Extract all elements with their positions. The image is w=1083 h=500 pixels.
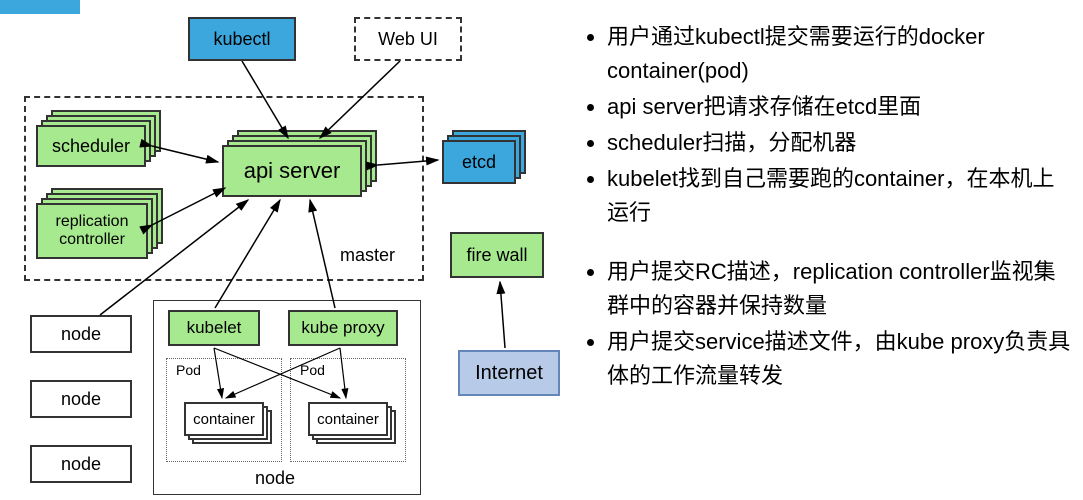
bullet-item: kubelet找到自己需要跑的container，在本机上运行 [607, 162, 1075, 230]
node-detail-label: node [255, 468, 295, 489]
container-b-label: container [317, 411, 379, 428]
scheduler-label: scheduler [52, 136, 130, 157]
explanation-text: 用户通过kubectl提交需要运行的docker container(pod) … [585, 20, 1075, 417]
firewall-box: fire wall [450, 232, 544, 278]
apiserver-label: api server [244, 158, 341, 184]
internet-box: Internet [458, 350, 560, 396]
kubelet-box: kubelet [168, 310, 260, 346]
bullet-item: 用户提交RC描述，replication controller监视集群中的容器并… [607, 255, 1075, 323]
container-a-label: container [193, 411, 255, 428]
pod-b-label: Pod [300, 362, 325, 378]
etcd-box: etcd [442, 140, 516, 184]
container-b-box: container [308, 402, 388, 436]
node2-label: node [61, 389, 101, 410]
bullet-item: 用户通过kubectl提交需要运行的docker container(pod) [607, 20, 1075, 88]
replication-box: replication controller [36, 203, 148, 259]
pod-a-label: Pod [176, 362, 201, 378]
internet-label: Internet [475, 362, 543, 385]
webui-box: Web UI [354, 17, 462, 61]
replication-label: replication controller [56, 213, 129, 248]
node-box-3: node [30, 445, 132, 483]
kubectl-label: kubectl [213, 29, 270, 50]
node-box-2: node [30, 380, 132, 418]
webui-label: Web UI [378, 29, 438, 50]
kubectl-box: kubectl [188, 17, 296, 61]
kubeproxy-box: kube proxy [288, 310, 398, 346]
firewall-label: fire wall [466, 245, 527, 266]
kubeproxy-label: kube proxy [301, 318, 384, 338]
master-label: master [340, 245, 395, 266]
bullet-item: scheduler扫描，分配机器 [607, 126, 1075, 160]
bullet-item: 用户提交service描述文件，由kube proxy负责具体的工作流量转发 [607, 325, 1075, 393]
node1-label: node [61, 324, 101, 345]
scheduler-box: scheduler [36, 125, 146, 167]
apiserver-box: api server [222, 145, 362, 197]
bullet-item: api server把请求存储在etcd里面 [607, 90, 1075, 124]
etcd-label: etcd [462, 152, 496, 173]
container-a-box: container [184, 402, 264, 436]
node-box-1: node [30, 315, 132, 353]
bullet-group-2: 用户提交RC描述，replication controller监视集群中的容器并… [585, 255, 1075, 393]
top-accent-bar [0, 0, 80, 14]
node3-label: node [61, 454, 101, 475]
bullet-group-1: 用户通过kubectl提交需要运行的docker container(pod) … [585, 20, 1075, 231]
kubelet-label: kubelet [187, 318, 242, 338]
